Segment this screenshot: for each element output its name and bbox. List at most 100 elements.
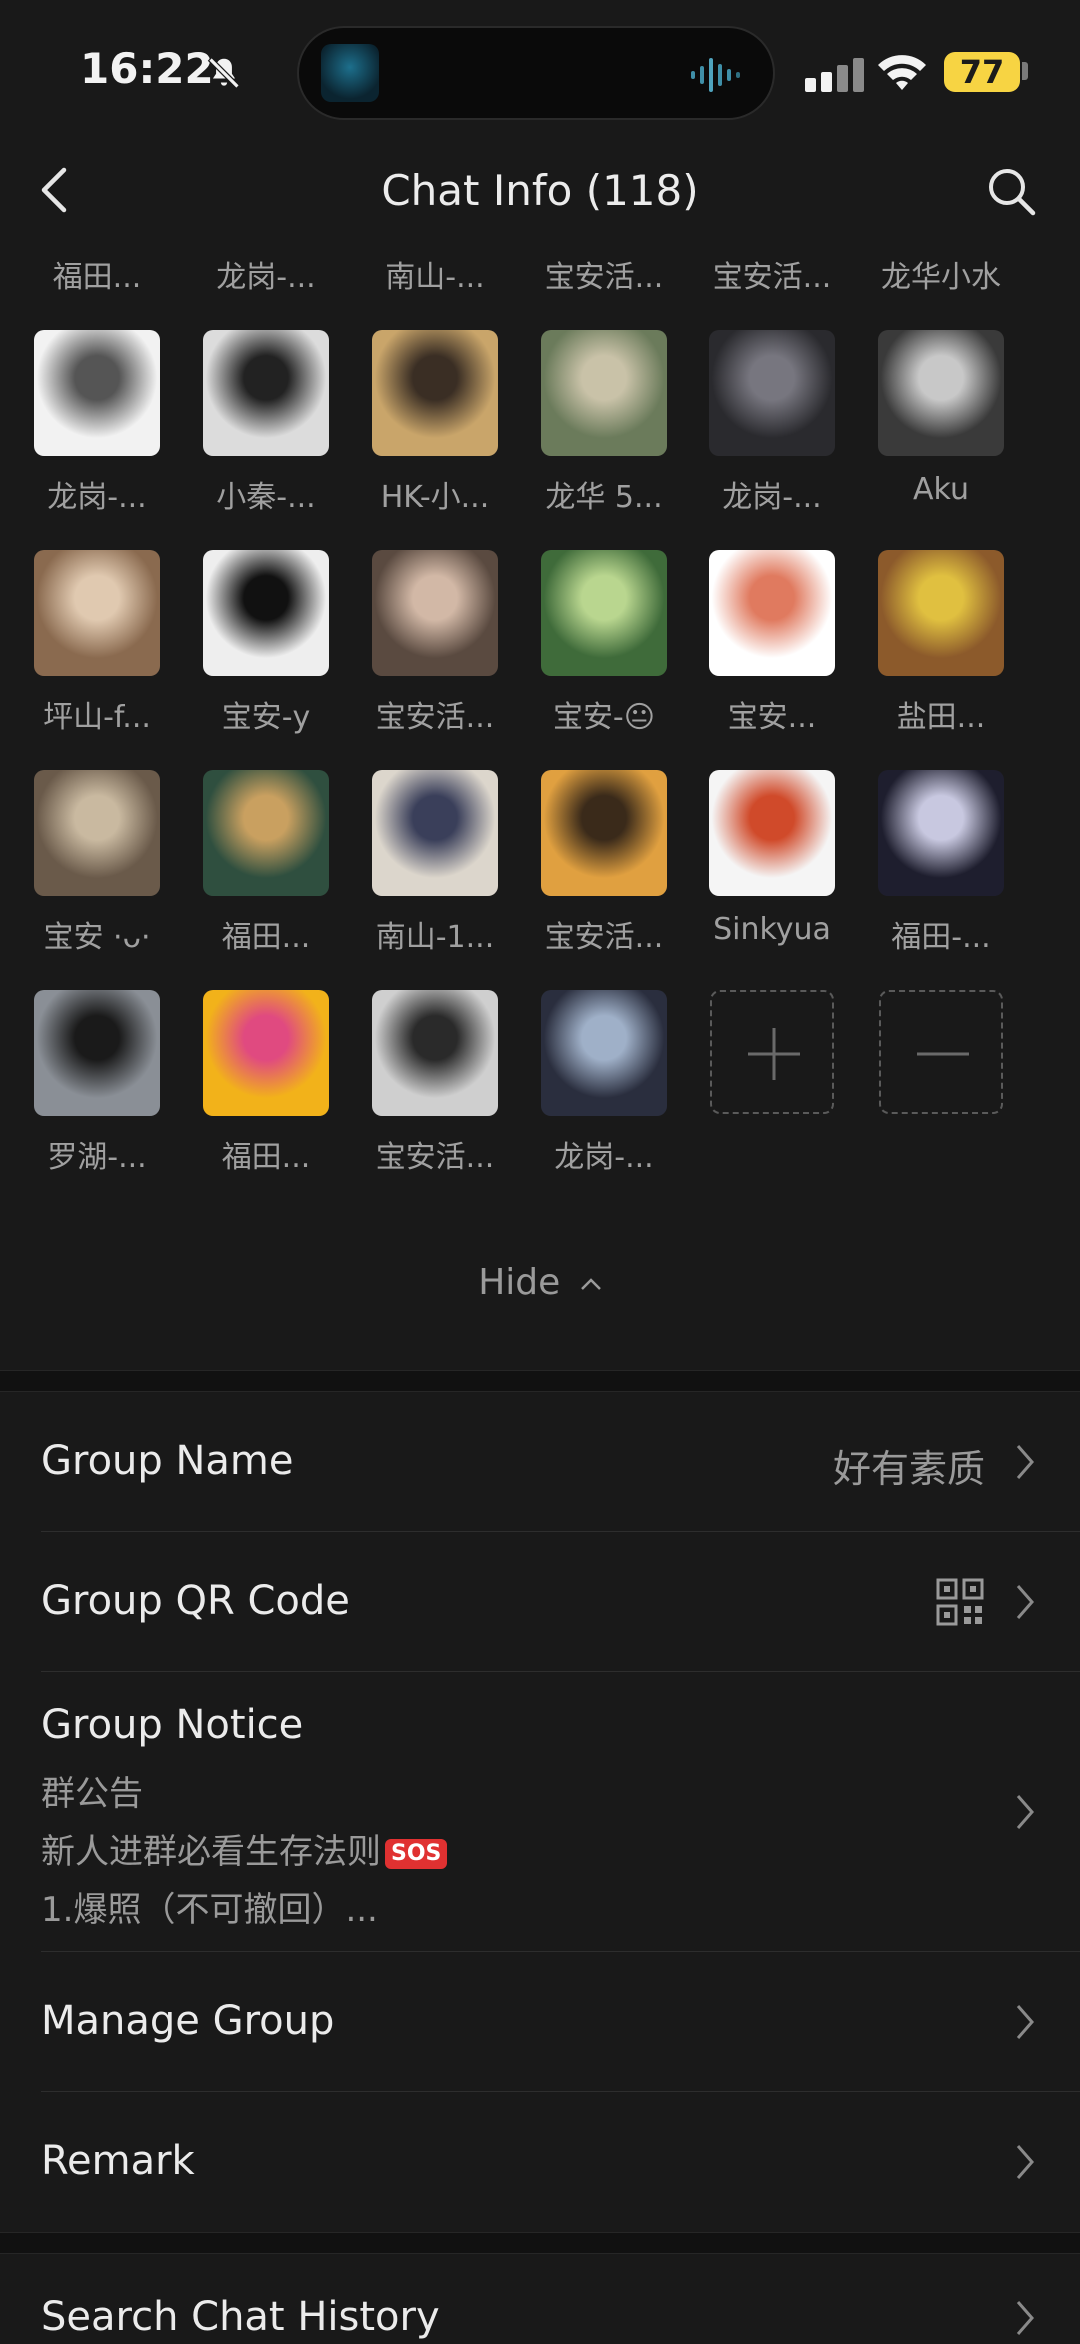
member-item[interactable]: 龙华 5... [520, 330, 688, 516]
member-name: 宝安... [727, 700, 817, 735]
chevron-right-icon [1016, 2005, 1034, 2039]
notice-text: 新人进群必看生存法则 [41, 1832, 381, 1872]
group-name-row[interactable]: Group Name 好有素质 [0, 1392, 1080, 1532]
member-item[interactable]: 宝安-😐 [520, 550, 688, 736]
member-name: 南山-1... [375, 920, 495, 955]
member-name: 宝安-y [221, 700, 311, 735]
add-member-button[interactable] [688, 990, 856, 1114]
now-playing-thumbnail [321, 44, 379, 102]
member-item[interactable]: Sinkyua [688, 770, 856, 947]
member-name: 龙岗-... [47, 480, 147, 515]
member-item[interactable]: 盐田... [857, 550, 1025, 736]
group-name-value: 好有素质 [832, 1447, 985, 1491]
remark-label: Remark [41, 2138, 195, 2184]
avatar [709, 770, 835, 896]
avatar [203, 330, 329, 456]
section-separator [0, 1370, 1080, 1392]
status-bar: 16:22 77 [0, 0, 1080, 140]
avatar [203, 550, 329, 676]
member-name: 盐田... [896, 700, 986, 735]
manage-group-row[interactable]: Manage Group [0, 1952, 1080, 2092]
chevron-up-icon [580, 1278, 601, 1290]
member-item[interactable]: 福田... [182, 770, 350, 956]
avatar [541, 990, 667, 1116]
member-item[interactable]: 南山-... [351, 240, 519, 296]
member-item[interactable]: 宝安活... [688, 240, 856, 296]
sos-emoji-icon: SOS [385, 1838, 448, 1869]
member-item[interactable]: 宝安-y [182, 550, 350, 736]
avatar [372, 990, 498, 1116]
member-item[interactable]: 宝安活... [351, 990, 519, 1176]
hide-members-toggle[interactable]: Hide [0, 1262, 1080, 1303]
page-title: Chat Info (118) [381, 166, 699, 215]
nav-bar: Chat Info (118) [0, 140, 1080, 240]
member-item[interactable]: 小秦-... [182, 330, 350, 516]
group-notice-label: Group Notice [41, 1702, 304, 1748]
member-name: 宝安活... [375, 1140, 495, 1175]
status-time: 16:22 [80, 44, 214, 93]
group-qr-row[interactable]: Group QR Code [0, 1532, 1080, 1672]
dynamic-island[interactable] [297, 26, 775, 120]
minus-icon [879, 990, 1003, 1114]
group-qr-label: Group QR Code [41, 1578, 350, 1624]
member-name: 宝安活... [544, 920, 664, 955]
member-name: 坪山-f... [43, 700, 151, 735]
member-name: 宝安活... [712, 260, 832, 295]
avatar [541, 770, 667, 896]
member-name: Sinkyua [713, 912, 831, 947]
audio-wave-icon [691, 58, 740, 92]
avatar [203, 770, 329, 896]
member-item[interactable]: 龙岗-... [13, 330, 181, 516]
qr-code-icon [936, 1578, 984, 1626]
member-item[interactable]: Aku [857, 330, 1025, 507]
search-history-label: Search Chat History [41, 2294, 440, 2340]
member-item[interactable]: 宝安活... [520, 240, 688, 296]
battery-level: 77 [959, 53, 1005, 91]
member-item[interactable]: 南山-1... [351, 770, 519, 956]
battery-tip [1022, 62, 1028, 80]
member-name: 龙华 5... [545, 480, 663, 515]
member-item[interactable]: 福田... [182, 990, 350, 1176]
member-name: 小秦-... [216, 480, 316, 515]
avatar [878, 330, 1004, 456]
member-item[interactable]: 龙岗-... [182, 240, 350, 296]
remove-member-button[interactable] [857, 990, 1025, 1114]
member-item[interactable]: 龙岗-... [688, 330, 856, 516]
member-item[interactable]: 福田... [13, 240, 181, 296]
member-item[interactable]: HK-小... [351, 330, 519, 516]
hide-label: Hide [478, 1262, 561, 1303]
member-item[interactable]: 宝安 ·ᴗ· [13, 770, 181, 956]
search-icon[interactable] [984, 164, 1038, 218]
avatar [541, 330, 667, 456]
member-item[interactable]: 坪山-f... [13, 550, 181, 736]
member-name: 福田... [221, 1140, 311, 1175]
member-item[interactable]: 罗湖-... [13, 990, 181, 1176]
member-grid: 福田... 龙岗-... 南山-... 宝安活... 宝安活... 龙华小水 龙岗-... 小… [0, 240, 1080, 1230]
member-item[interactable]: 龙华小水 [857, 240, 1025, 296]
member-item[interactable]: 福田-... [857, 770, 1025, 956]
member-item[interactable]: 龙岗-... [520, 990, 688, 1176]
member-name: 南山-... [385, 260, 485, 295]
member-name: 宝安 ·ᴗ· [43, 920, 151, 955]
chevron-right-icon [1016, 1445, 1034, 1479]
search-history-row[interactable]: Search Chat History [0, 2254, 1080, 2344]
plus-icon [710, 990, 834, 1114]
wifi-icon [878, 55, 926, 90]
avatar [709, 550, 835, 676]
member-name: 龙华小水 [881, 260, 1001, 295]
group-notice-row[interactable]: Group Notice 群公告 新人进群必看生存法则 SOS 1.爆照（不可撤回… [0, 1672, 1080, 1952]
chevron-right-icon [1016, 2145, 1034, 2179]
member-item[interactable]: 宝安... [688, 550, 856, 736]
avatar [34, 770, 160, 896]
avatar [372, 770, 498, 896]
chevron-right-icon [1016, 1585, 1034, 1619]
remark-row[interactable]: Remark [0, 2092, 1080, 2232]
member-item[interactable]: 宝安活... [520, 770, 688, 956]
notice-line: 新人进群必看生存法则 SOS [41, 1824, 448, 1873]
member-name: 龙岗-... [554, 1140, 654, 1175]
avatar [878, 550, 1004, 676]
member-name: 宝安活... [375, 700, 495, 735]
member-item[interactable]: 宝安活... [351, 550, 519, 736]
member-name: 福田... [52, 260, 142, 295]
battery-indicator: 77 [944, 52, 1020, 92]
